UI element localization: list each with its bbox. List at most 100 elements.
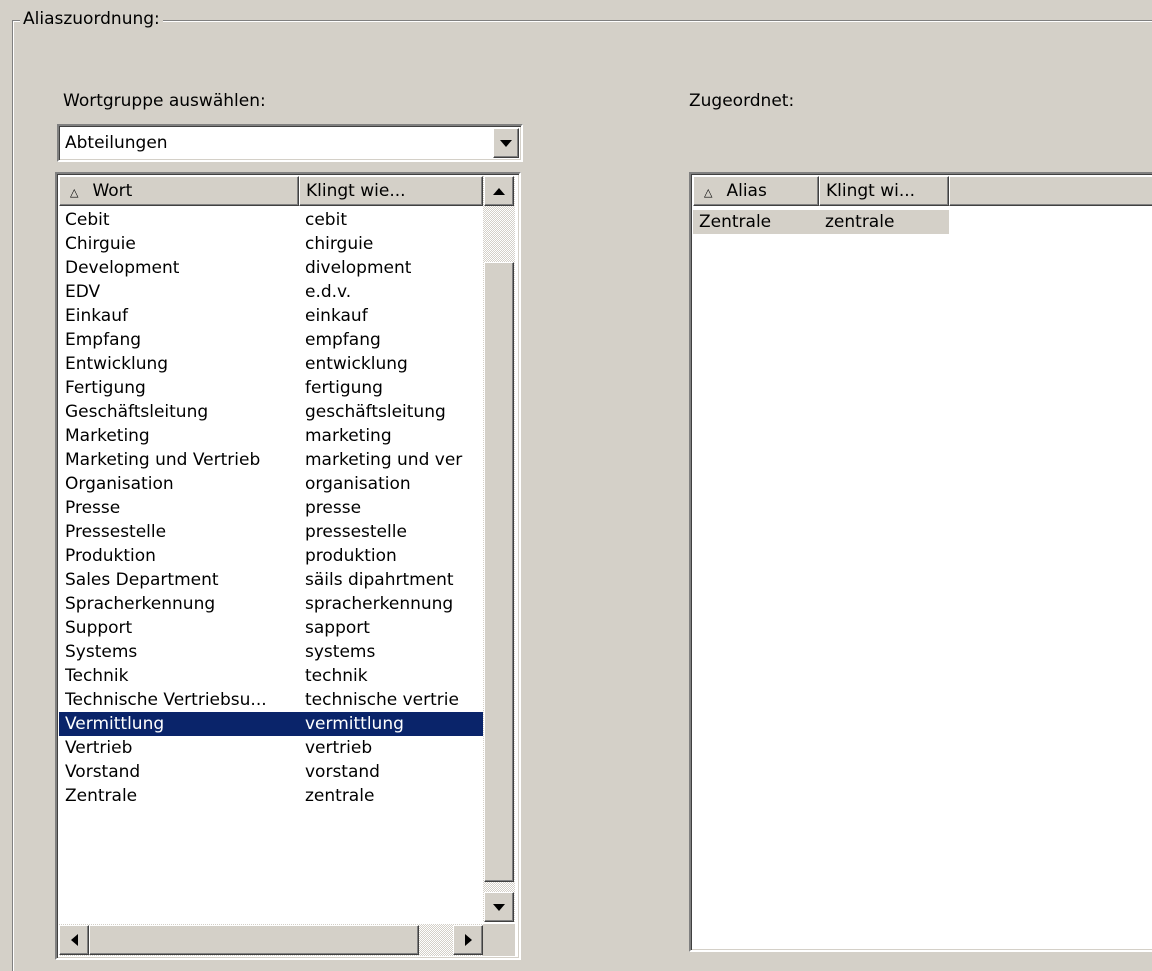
arrow-down-icon [493, 903, 505, 911]
sounds-like-cell: produktion [305, 546, 397, 566]
scroll-up-button[interactable] [484, 176, 514, 206]
sounds-like-cell: spracherkennung [305, 594, 454, 614]
word-cell: Vorstand [65, 762, 141, 782]
column-header-sounds-like[interactable]: Klingt wie... [299, 176, 483, 206]
vertical-scroll-thumb[interactable] [484, 262, 514, 882]
sounds-like-cell: säils dipahrtment [305, 570, 454, 590]
word-cell: Technische Vertriebsu... [65, 690, 267, 710]
column-header-alias-label: Alias [726, 181, 767, 201]
sounds-like-cell: sapport [305, 618, 370, 638]
group-title: Aliaszuordnung: [20, 8, 163, 30]
word-cell: Geschäftsleitung [65, 402, 209, 422]
word-cell: Produktion [65, 546, 156, 566]
list-item[interactable]: Zentrale zentrale [59, 784, 483, 808]
word-list-rows: Cebit cebit Chirguie chirguie Development div… [59, 208, 483, 808]
column-header-alias-sounds-like[interactable]: Klingt wi... [819, 176, 949, 206]
list-item[interactable]: Technik technik [59, 664, 483, 688]
list-item[interactable]: Spracherkennung spracherkennung [59, 592, 483, 616]
sounds-like-cell: technische vertrie [305, 690, 459, 710]
word-group-select[interactable]: Abteilungen [57, 124, 523, 162]
word-cell: Systems [65, 642, 138, 662]
word-cell: Cebit [65, 210, 110, 230]
list-item[interactable]: Zentrale zentrale [693, 210, 949, 234]
alias-sounds-like-cell: zentrale [825, 212, 895, 232]
list-item[interactable]: Marketing marketing [59, 424, 483, 448]
list-item[interactable]: Pressestelle pressestelle [59, 520, 483, 544]
horizontal-scroll-thumb[interactable] [89, 925, 419, 955]
sounds-like-cell: e.d.v. [305, 282, 352, 302]
scroll-left-button[interactable] [59, 925, 89, 955]
list-item[interactable]: Empfang empfang [59, 328, 483, 352]
word-cell: Zentrale [65, 786, 138, 806]
word-group-label: Wortgruppe auswählen: [63, 91, 266, 111]
word-cell: Chirguie [65, 234, 136, 254]
column-header-alias[interactable]: △ Alias [693, 176, 819, 206]
list-item[interactable]: Support sapport [59, 616, 483, 640]
list-item[interactable]: Vorstand vorstand [59, 760, 483, 784]
word-cell: Pressestelle [65, 522, 167, 542]
list-item[interactable]: Sales Department säils dipahrtment [59, 568, 483, 592]
word-cell: Presse [65, 498, 121, 518]
sounds-like-cell: fertigung [305, 378, 383, 398]
sounds-like-cell: zentrale [305, 786, 375, 806]
sounds-like-cell: pressestelle [305, 522, 407, 542]
sounds-like-cell: vertrieb [305, 738, 373, 758]
list-item[interactable]: Development divelopment [59, 256, 483, 280]
sounds-like-cell: technik [305, 666, 368, 686]
vertical-scrollbar[interactable] [483, 176, 515, 922]
word-cell: Entwicklung [65, 354, 169, 374]
list-item[interactable]: Entwicklung entwicklung [59, 352, 483, 376]
list-item[interactable]: Chirguie chirguie [59, 232, 483, 256]
word-cell: Marketing und Vertrieb [65, 450, 261, 470]
word-cell: Vertrieb [65, 738, 133, 758]
list-item[interactable]: Cebit cebit [59, 208, 483, 232]
list-item[interactable]: EDV e.d.v. [59, 280, 483, 304]
sounds-like-cell: entwicklung [305, 354, 408, 374]
scroll-down-button[interactable] [484, 892, 514, 922]
list-item[interactable]: Organisation organisation [59, 472, 483, 496]
sounds-like-cell: systems [305, 642, 376, 662]
sounds-like-cell: chirguie [305, 234, 374, 254]
sounds-like-cell: marketing und ver [305, 450, 463, 470]
word-cell: EDV [65, 282, 101, 302]
sounds-like-cell: cebit [305, 210, 347, 230]
alias-cell: Zentrale [699, 212, 772, 232]
word-cell: Support [65, 618, 133, 638]
word-cell: Spracherkennung [65, 594, 216, 614]
list-item[interactable]: Produktion produktion [59, 544, 483, 568]
list-item[interactable]: Marketing und Vertrieb marketing und ver [59, 448, 483, 472]
list-item[interactable]: Geschäftsleitung geschäftsleitung [59, 400, 483, 424]
column-header-alias-sounds-like-label: Klingt wi... [826, 181, 916, 201]
list-item[interactable]: Presse presse [59, 496, 483, 520]
alias-list-rows: Zentrale zentrale [693, 210, 949, 234]
sounds-like-cell: einkauf [305, 306, 368, 326]
scroll-right-button[interactable] [453, 925, 483, 955]
list-item[interactable]: Vertrieb vertrieb [59, 736, 483, 760]
column-header-word[interactable]: △ Wort [59, 176, 299, 206]
arrow-left-icon [70, 934, 78, 946]
word-list[interactable]: △ Wort Klingt wie... Cebit cebit Chirguie ch… [55, 172, 521, 960]
sounds-like-cell: presse [305, 498, 362, 518]
assigned-label: Zugeordnet: [689, 91, 795, 111]
word-group-value: Abteilungen [65, 133, 168, 153]
sort-ascending-icon: △ [70, 186, 79, 199]
column-header-word-label: Wort [92, 181, 133, 201]
list-item[interactable]: Systems systems [59, 640, 483, 664]
list-item[interactable]: Fertigung fertigung [59, 376, 483, 400]
word-cell: Organisation [65, 474, 174, 494]
word-cell: Fertigung [65, 378, 146, 398]
word-cell: Vermittlung [65, 714, 165, 734]
column-header-sounds-like-label: Klingt wie... [306, 181, 406, 201]
list-item[interactable]: Technische Vertriebsu... technische vertr… [59, 688, 483, 712]
alias-list[interactable]: △ Alias Klingt wi... Zentrale zentrale [689, 172, 1152, 952]
list-item[interactable]: Einkauf einkauf [59, 304, 483, 328]
arrow-up-icon [493, 187, 505, 195]
word-cell: Empfang [65, 330, 142, 350]
list-item[interactable]: Vermittlung vermittlung [59, 712, 483, 736]
word-cell: Development [65, 258, 180, 278]
sounds-like-cell: vermittlung [305, 714, 404, 734]
word-cell: Sales Department [65, 570, 219, 590]
horizontal-scrollbar[interactable] [59, 924, 483, 956]
combo-dropdown-button[interactable] [493, 128, 519, 158]
word-cell: Marketing [65, 426, 150, 446]
